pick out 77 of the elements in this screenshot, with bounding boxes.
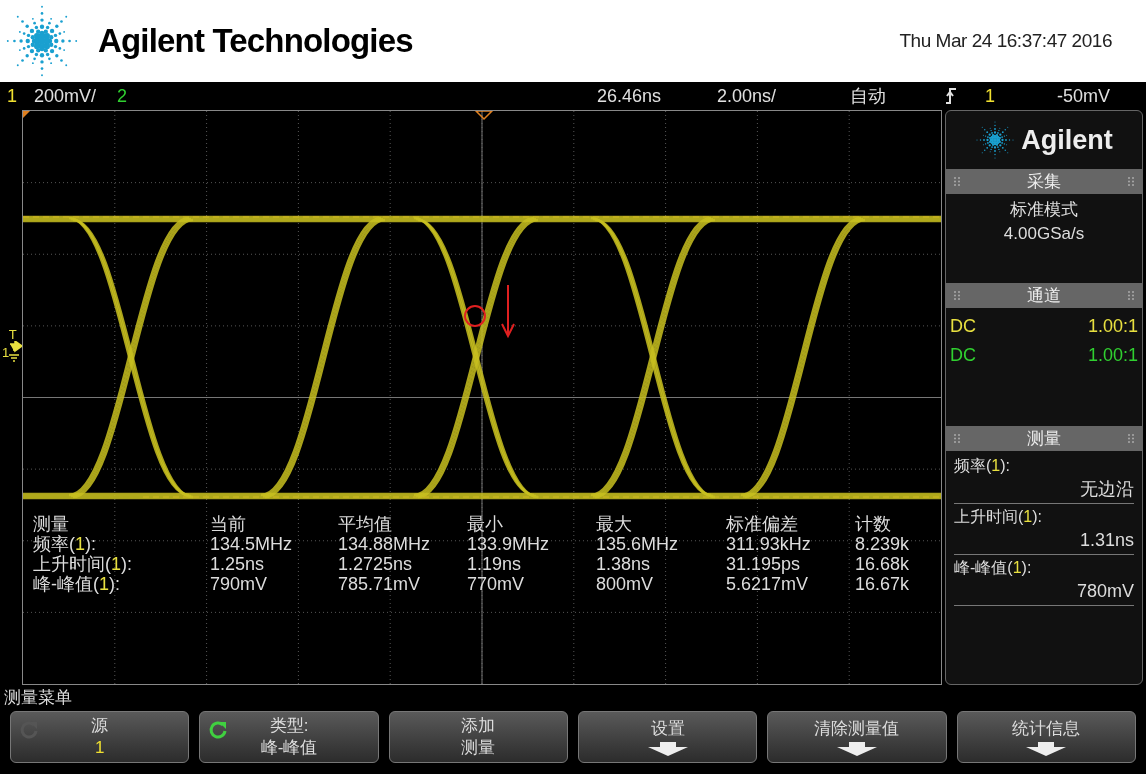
trigger-level-label: T: [8, 328, 17, 341]
brand-title: Agilent Technologies: [98, 21, 413, 62]
channel-coupling: DC: [950, 344, 976, 367]
menu-title: 测量菜单: [4, 687, 72, 710]
grip-icon: [1128, 177, 1134, 186]
table-title: 测量: [33, 514, 70, 534]
table-cell-text: 800mV: [596, 574, 655, 594]
grip-icon: [1128, 434, 1134, 443]
softkey-button[interactable]: 设置: [578, 711, 758, 763]
table-cell-text: 8.239k: [855, 534, 911, 554]
status-text: 200mV/: [34, 87, 97, 105]
table-cell-text: 16.68k: [855, 554, 911, 574]
table-cell-text: 31.195ps: [726, 554, 802, 574]
measurement-label: 上升时间(1):: [954, 507, 1043, 527]
table-cell-text: 16.67k: [855, 574, 911, 594]
column-header: 当前: [210, 514, 247, 534]
grip-icon: [954, 434, 960, 443]
down-arrow-annotation: [501, 284, 515, 339]
measurement-label: 上升时间(1):: [33, 554, 133, 574]
table-cell-text: 311.93kHz: [726, 534, 812, 554]
status-text: 1: [7, 87, 17, 105]
table-cell-text: 134.5MHz: [210, 534, 294, 554]
column-header: 计数: [855, 514, 892, 534]
table-cell-text: 1.2725ns: [338, 554, 414, 574]
status-text: 1: [985, 87, 995, 105]
table-cell-text: 135.6MHz: [596, 534, 680, 554]
status-text: 2: [117, 87, 127, 105]
table-cell-text: 785.71mV: [338, 574, 422, 594]
status-text: 自动: [850, 87, 886, 105]
crossing-marker-circle: [464, 305, 486, 327]
grip-icon: [954, 291, 960, 300]
probe-ratio: 1.00:1: [1087, 344, 1138, 367]
status-text: -50mV: [1057, 87, 1110, 105]
table-cell-text: 790mV: [210, 574, 269, 594]
softkey-button[interactable]: 类型: 峰-峰值: [199, 711, 379, 763]
status-text: 2.00ns/: [717, 87, 777, 105]
acquisition-info: 4.00GSa/s: [1003, 223, 1085, 245]
status-text: 26.46ns: [597, 87, 662, 105]
section-title: 采集: [1027, 170, 1061, 193]
grip-icon: [1128, 291, 1134, 300]
measurement-label: 峰-峰值(1):: [954, 558, 1033, 578]
softkey-button[interactable]: 清除测量值: [767, 711, 947, 763]
section-title: 测量: [1027, 427, 1061, 450]
table-cell-text: 1.19ns: [467, 554, 523, 574]
measurement-value: 780mV: [1076, 580, 1134, 603]
section-title: 通道: [1027, 284, 1061, 307]
date-time: Thu Mar 24 16:37:47 2016: [899, 28, 1112, 53]
column-header: 最小: [467, 514, 504, 534]
table-cell-text: 134.88MHz: [338, 534, 432, 554]
softkey-button[interactable]: 统计信息: [956, 711, 1136, 763]
table-cell-text: 770mV: [467, 574, 526, 594]
down-arrow-icon: [1026, 742, 1067, 756]
softkey-button[interactable]: 添加 测量: [388, 711, 568, 763]
channel-marker-label: 1: [2, 345, 10, 359]
grip-icon: [954, 177, 960, 186]
time-reference-marker-icon: [474, 111, 494, 121]
brand-logo-text: Agilent: [1021, 123, 1113, 157]
probe-ratio: 1.00:1: [1087, 315, 1138, 338]
column-header: 标准偏差: [726, 514, 799, 534]
table-cell-text: 5.6217mV: [726, 574, 810, 594]
ground-arrow-icon: [9, 341, 24, 363]
table-cell-text: 133.9MHz: [467, 534, 551, 554]
channel-coupling: DC: [950, 315, 976, 338]
measurement-label: 频率(1):: [33, 534, 97, 554]
down-arrow-icon: [836, 742, 877, 756]
column-header: 平均值: [338, 514, 393, 534]
down-arrow-icon: [647, 742, 688, 756]
table-cell-text: 1.38ns: [596, 554, 652, 574]
column-header: 最大: [596, 514, 633, 534]
measurement-label: 频率(1):: [954, 456, 1011, 476]
softkey-button[interactable]: 源 1: [10, 711, 190, 763]
measurement-label: 峰-峰值(1):: [33, 574, 121, 594]
measurement-value: 1.31ns: [1079, 529, 1134, 552]
measurement-value: 无边沿: [1080, 478, 1134, 501]
starburst-logo-icon: [4, 3, 80, 79]
acquisition-info: 标准模式: [1010, 199, 1078, 221]
table-cell-text: 1.25ns: [210, 554, 266, 574]
